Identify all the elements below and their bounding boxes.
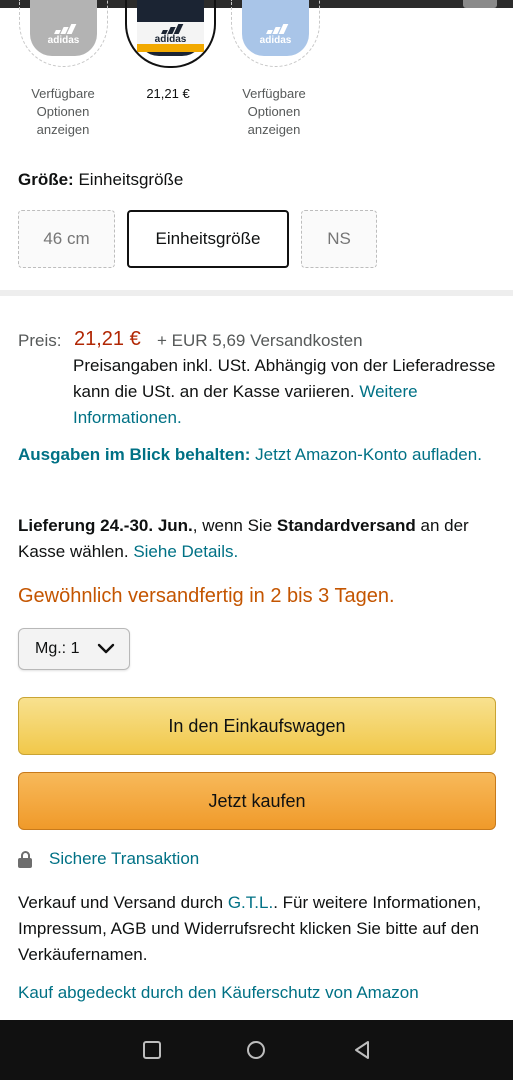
price-label: Preis: — [18, 331, 62, 350]
delivery-mid-text: , wenn Sie — [192, 516, 273, 535]
size-option-einheitsgroesse[interactable]: Einheitsgröße — [127, 210, 289, 268]
nav-back-icon[interactable] — [352, 1040, 372, 1060]
quantity-label: Mg.: — [35, 640, 67, 657]
variant-label-line: Optionen — [36, 104, 90, 119]
size-option-ns[interactable]: NS — [301, 210, 377, 268]
availability-status: Gewöhnlich versandfertig in 2 bis 3 Tage… — [18, 585, 395, 607]
brand-logo-text: adidas — [47, 35, 80, 46]
navy-beanie-image: adidas — [137, 0, 204, 56]
delivery-info: Lieferung 24.-30. Jun., wenn Sie Standar… — [18, 513, 498, 565]
quantity-value: 1 — [70, 640, 80, 657]
variant-label-line: Optionen — [247, 104, 301, 119]
adidas-logo-icon — [53, 24, 76, 34]
tax-note-text: Preisangaben inkl. USt. Abhängig von der… — [73, 356, 496, 401]
adidas-logo-icon — [160, 24, 183, 34]
lock-icon — [18, 850, 32, 868]
wallet-topup-link[interactable]: Ausgaben im Blick behalten: Jetzt Amazon… — [18, 442, 498, 468]
add-to-cart-button[interactable]: In den Einkaufswagen — [18, 697, 496, 755]
buy-now-button[interactable]: Jetzt kaufen — [18, 772, 496, 830]
brand-logo-text: adidas — [154, 34, 187, 45]
price-value: 21,21 € — [74, 328, 141, 350]
size-option-46cm[interactable]: 46 cm — [18, 210, 115, 268]
quantity-select[interactable]: Mg.: 1 — [18, 628, 130, 670]
variant-label-line: Verfügbare — [31, 86, 95, 101]
variant-label-line: Verfügbare — [242, 86, 306, 101]
variant-swatch-lightblue[interactable]: adidas — [231, 0, 320, 67]
wallet-text: Jetzt Amazon-Konto aufladen. — [255, 445, 482, 464]
adidas-logo-icon — [265, 24, 288, 34]
variant-label-line: anzeigen — [247, 122, 301, 137]
shipping-cost: + EUR 5,69 Versandkosten — [157, 331, 363, 350]
buyer-protection-link[interactable]: Kauf abgedeckt durch den Käuferschutz vo… — [18, 983, 419, 1003]
secure-transaction-link[interactable]: Sichere Transaktion — [18, 849, 199, 869]
status-indicator — [463, 0, 497, 8]
seller-pre-text: Verkauf und Versand durch — [18, 893, 224, 912]
secure-transaction-text: Sichere Transaktion — [49, 849, 200, 868]
nav-recent-icon[interactable] — [142, 1040, 162, 1060]
delivery-date: Lieferung 24.-30. Jun. — [18, 516, 193, 535]
nav-home-icon[interactable] — [246, 1040, 266, 1060]
brand-logo-text: adidas — [259, 35, 292, 46]
variant-options-label[interactable]: Verfügbare Optionen anzeigen — [8, 85, 118, 139]
size-heading: Größe: Einheitsgröße — [18, 170, 183, 190]
lightblue-beanie-image: adidas — [242, 0, 309, 56]
tax-note: Preisangaben inkl. USt. Abhängig von der… — [73, 353, 498, 431]
variant-options-label[interactable]: Verfügbare Optionen anzeigen — [219, 85, 329, 139]
beanie-yellow-stripe — [137, 44, 204, 52]
variant-price: 21,21 € — [146, 86, 190, 101]
variant-swatch-grey[interactable]: adidas — [19, 0, 108, 67]
size-selected-value: Einheitsgröße — [78, 170, 184, 189]
android-nav-bar — [0, 1020, 513, 1080]
variant-swatch-navy-selected[interactable]: adidas — [125, 0, 216, 68]
variant-label-line: anzeigen — [36, 122, 90, 137]
section-divider — [0, 290, 513, 296]
seller-name-link[interactable]: G.T.L. — [228, 893, 273, 912]
delivery-details-link[interactable]: Siehe Details. — [133, 542, 238, 561]
delivery-method: Standardversand — [276, 516, 416, 535]
chevron-down-icon — [97, 643, 115, 654]
seller-info: Verkauf und Versand durch G.T.L.. Für we… — [18, 890, 498, 968]
wallet-bold-text: Ausgaben im Blick behalten: — [18, 445, 251, 464]
grey-beanie-image: adidas — [30, 0, 97, 56]
size-label: Größe: — [18, 170, 74, 189]
